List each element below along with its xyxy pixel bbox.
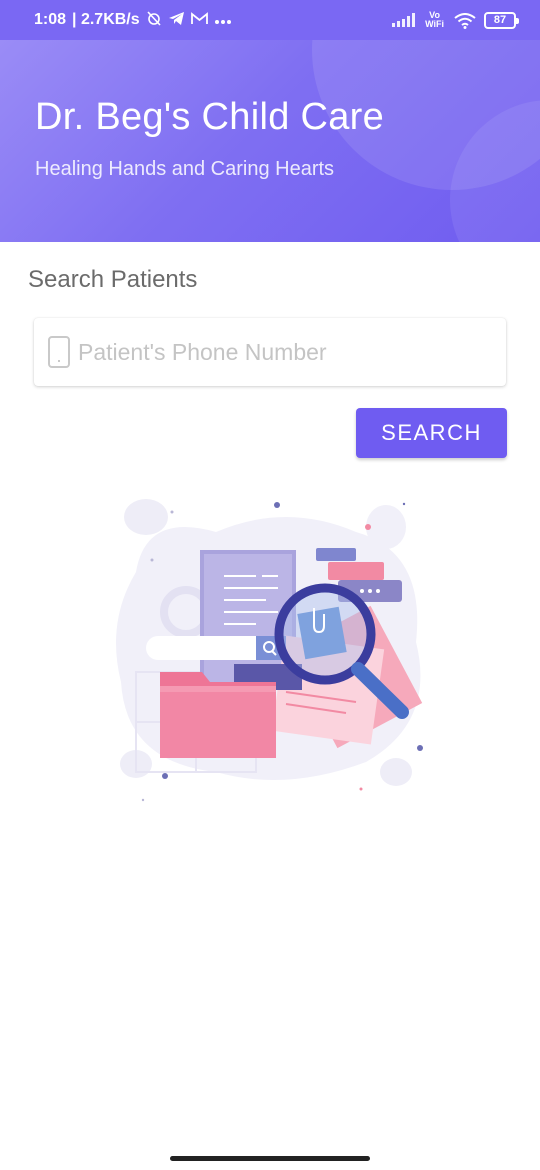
more-icon — [214, 12, 232, 29]
app-title: Dr. Beg's Child Care — [35, 96, 385, 138]
status-left: 1:08 | 2.7KB/s — [34, 10, 232, 30]
signal-icon — [392, 13, 416, 27]
header-banner: Dr. Beg's Child Care Healing Hands and C… — [0, 40, 540, 242]
alarm-off-icon — [146, 10, 162, 30]
phone-icon — [48, 336, 70, 368]
section-title: Search Patients — [28, 266, 198, 293]
gmail-icon — [190, 11, 208, 29]
search-records-illustration — [106, 492, 436, 812]
telegram-icon — [168, 11, 185, 30]
status-bar: 1:08 | 2.7KB/s Vo WiFi 87 — [0, 0, 540, 40]
wifi-icon — [454, 13, 476, 29]
battery-level: 87 — [493, 14, 507, 26]
phone-search-field[interactable] — [34, 318, 506, 386]
vowifi-icon: Vo WiFi — [425, 11, 444, 29]
battery-icon: 87 — [484, 11, 519, 29]
home-indicator[interactable] — [170, 1156, 370, 1161]
status-right: Vo WiFi 87 — [392, 11, 519, 29]
vowifi-bottom: WiFi — [425, 19, 444, 29]
network-speed: | 2.7KB/s — [72, 11, 140, 28]
phone-number-input[interactable] — [78, 338, 478, 366]
search-button[interactable]: SEARCH — [356, 408, 507, 458]
app-subtitle: Healing Hands and Caring Hearts — [35, 158, 335, 180]
clock: 1:08 — [34, 11, 67, 28]
